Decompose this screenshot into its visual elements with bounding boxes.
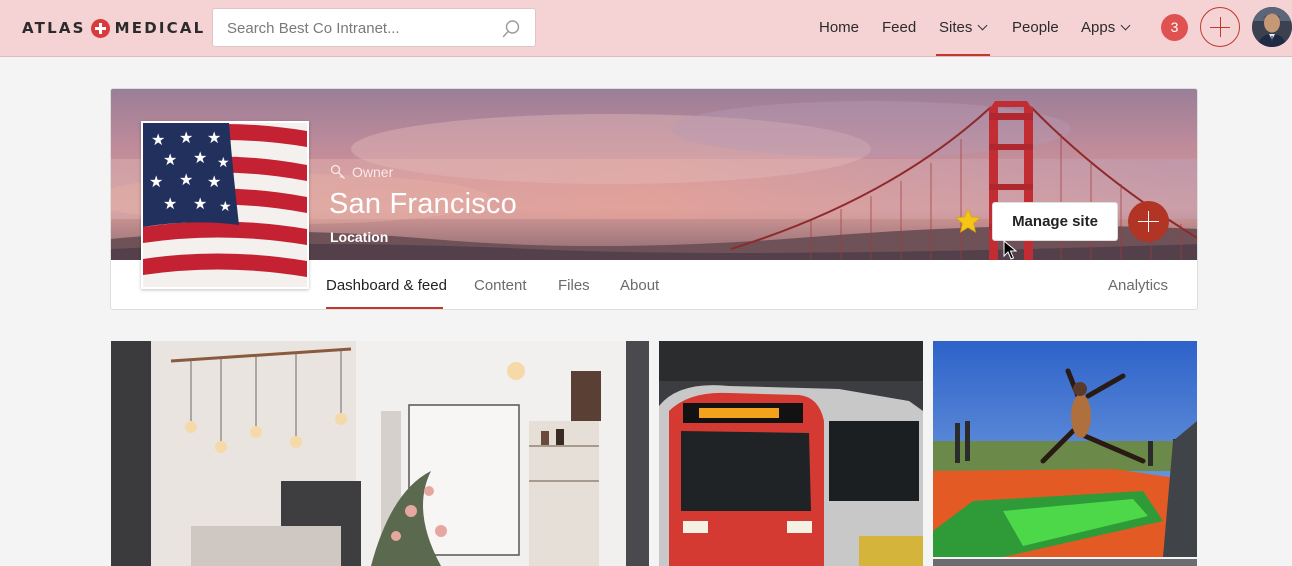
tab-dashboard-feed[interactable]: Dashboard & feed — [326, 277, 447, 294]
tab-about[interactable]: About — [620, 277, 659, 294]
nav-apps[interactable]: Apps — [1081, 19, 1131, 36]
svg-text:★: ★ — [207, 128, 221, 147]
svg-text:★: ★ — [179, 170, 193, 189]
photo-tile-cafe[interactable] — [111, 341, 649, 566]
svg-text:★: ★ — [193, 148, 207, 167]
user-photo — [1252, 7, 1292, 47]
site-avatar[interactable]: ★ ★ ★ ★ ★ ★ ★ ★ ★ ★ ★ ★ — [141, 121, 309, 289]
notification-badge[interactable]: 3 — [1161, 14, 1188, 41]
nav-apps-label: Apps — [1081, 19, 1116, 36]
site-title: San Francisco — [329, 188, 517, 220]
tab-content[interactable]: Content — [474, 277, 527, 294]
svg-text:★: ★ — [151, 130, 165, 149]
logo[interactable]: ATLAS MEDICAL — [22, 17, 205, 39]
search-input[interactable] — [227, 17, 497, 39]
jumping-athlete-image — [933, 341, 1197, 557]
nav-people[interactable]: People — [1012, 19, 1059, 36]
add-content-plus-icon[interactable] — [1128, 201, 1169, 242]
chevron-down-icon — [1120, 20, 1131, 31]
svg-text:★: ★ — [217, 155, 230, 171]
manage-site-button[interactable]: Manage site — [992, 202, 1118, 241]
svg-text:★: ★ — [207, 172, 221, 191]
american-flag-image: ★ ★ ★ ★ ★ ★ ★ ★ ★ ★ ★ ★ — [143, 123, 307, 287]
search-icon[interactable] — [501, 19, 521, 39]
cafe-image — [111, 341, 649, 566]
logo-text-right: MEDICAL — [114, 19, 206, 37]
streetcar-image — [659, 341, 923, 566]
svg-text:★: ★ — [179, 128, 193, 147]
nav-active-indicator — [936, 54, 990, 56]
photo-tile-streetcar[interactable] — [659, 341, 923, 566]
nav-home[interactable]: Home — [819, 19, 859, 36]
photo-tile-jump[interactable] — [933, 341, 1197, 557]
logo-text-left: ATLAS — [22, 19, 86, 37]
tab-active-indicator — [326, 307, 443, 309]
search-box — [212, 8, 536, 47]
nav-feed[interactable]: Feed — [882, 19, 916, 36]
tab-files[interactable]: Files — [558, 277, 590, 294]
site-role-label: Owner — [352, 164, 394, 180]
avatar[interactable] — [1252, 7, 1292, 47]
svg-text:★: ★ — [163, 150, 177, 169]
mouse-cursor-icon — [1003, 240, 1017, 260]
top-bar: ATLAS MEDICAL Home Feed Sites People App… — [0, 0, 1292, 57]
photo-tile-partial[interactable] — [933, 559, 1197, 566]
favorite-star-icon[interactable] — [954, 207, 982, 235]
medical-cross-icon — [90, 18, 110, 38]
site-category: Location — [330, 229, 389, 245]
key-icon — [330, 164, 345, 179]
nav-sites-label: Sites — [939, 19, 973, 36]
svg-text:★: ★ — [163, 194, 177, 213]
svg-text:★: ★ — [149, 172, 163, 191]
svg-text:★: ★ — [193, 194, 207, 213]
nav-sites[interactable]: Sites — [939, 19, 988, 36]
create-plus-icon[interactable] — [1200, 7, 1240, 47]
svg-text:★: ★ — [219, 199, 232, 215]
tab-analytics[interactable]: Analytics — [1108, 277, 1168, 294]
chevron-down-icon — [977, 20, 988, 31]
site-role: Owner — [330, 164, 393, 180]
